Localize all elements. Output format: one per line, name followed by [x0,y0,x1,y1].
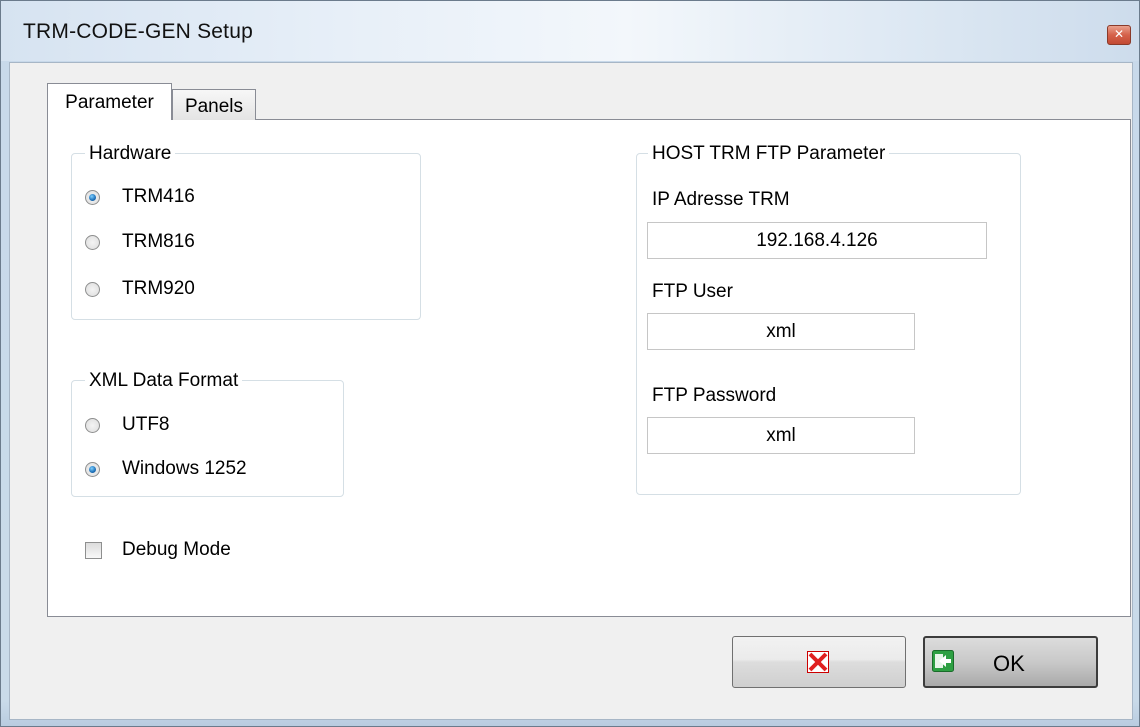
title-bar: TRM-CODE-GEN Setup ✕ [1,1,1139,61]
tab-parameter-label: Parameter [65,92,154,113]
radio-utf8-label[interactable]: UTF8 [122,414,170,436]
radio-trm816-label[interactable]: TRM816 [122,231,195,253]
radio-windows-1252-label[interactable]: Windows 1252 [122,458,247,480]
ftp-user-input[interactable] [647,313,915,350]
ftp-parameter-legend: HOST TRM FTP Parameter [648,143,890,165]
ip-address-label: IP Adresse TRM [652,189,790,210]
ftp-password-input[interactable] [647,417,915,454]
xml-format-legend: XML Data Format [85,370,243,392]
ftp-password-label: FTP Password [652,385,777,406]
radio-trm920[interactable] [85,282,100,297]
hardware-legend: Hardware [85,143,176,165]
green-arrow-icon [932,650,954,672]
ip-address-input[interactable] [647,222,987,259]
radio-trm416-label[interactable]: TRM416 [122,186,195,208]
radio-trm816[interactable] [85,235,100,250]
tab-panels[interactable]: Panels [172,89,256,120]
radio-windows-1252[interactable] [85,462,100,477]
debug-mode-label[interactable]: Debug Mode [122,539,231,561]
tab-parameter[interactable]: Parameter [47,83,172,120]
window-title: TRM-CODE-GEN Setup [23,20,253,43]
debug-mode-checkbox[interactable] [85,542,102,559]
close-button[interactable]: ✕ [1107,25,1131,45]
red-x-icon [807,651,829,673]
ok-button-label: OK [993,651,1025,676]
ftp-user-label: FTP User [652,281,733,302]
radio-utf8[interactable] [85,418,100,433]
tab-panels-label: Panels [184,96,244,117]
radio-trm920-label[interactable]: TRM920 [122,278,195,300]
radio-trm416[interactable] [85,190,100,205]
